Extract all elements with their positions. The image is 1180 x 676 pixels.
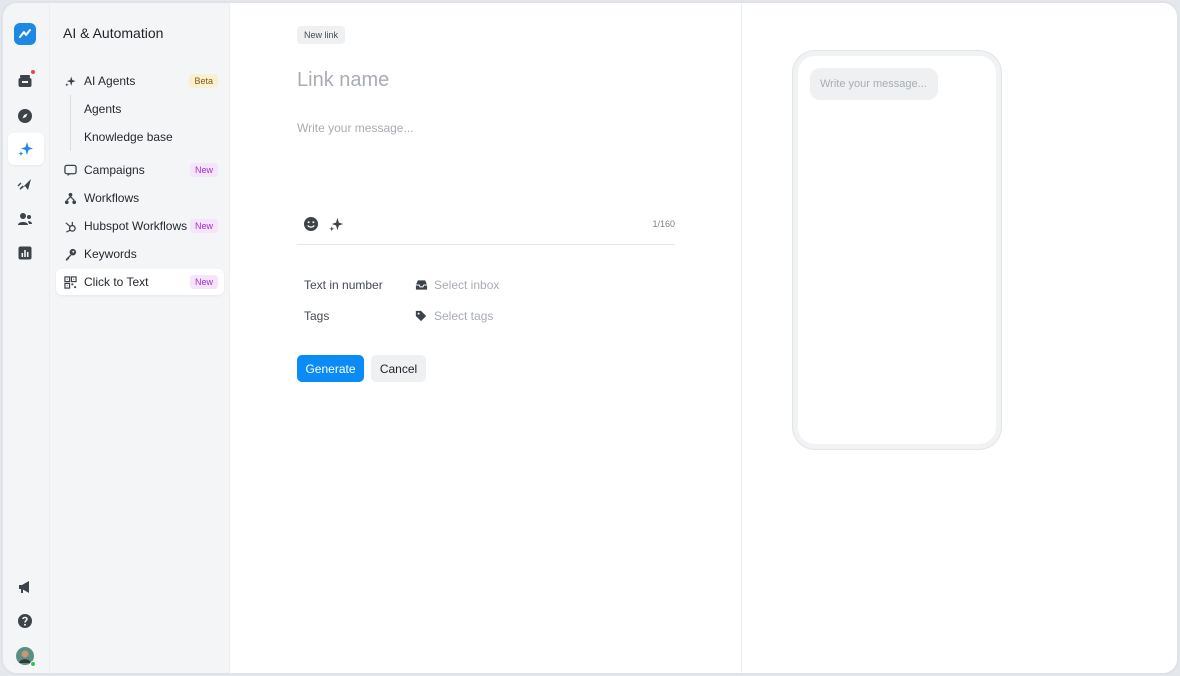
key-icon xyxy=(63,247,77,261)
contacts-icon[interactable] xyxy=(13,207,37,231)
sidebar-item-hubspot-workflows[interactable]: Hubspot Workflows New xyxy=(56,213,224,239)
app-window: AI & Automation AI Agents Beta Agents Kn… xyxy=(1,1,1179,675)
emoji-icon[interactable] xyxy=(302,215,320,233)
select-inbox-placeholder: Select inbox xyxy=(434,278,500,292)
text-in-number-label: Text in number xyxy=(304,278,383,292)
qr-icon xyxy=(63,275,77,289)
sidebar-item-label: Click to Text xyxy=(84,275,149,289)
generate-button[interactable]: Generate xyxy=(297,355,364,382)
chat-icon xyxy=(63,163,77,177)
message-preview-panel: Write your message... xyxy=(741,3,1177,673)
workflow-icon xyxy=(63,191,77,205)
tags-label: Tags xyxy=(304,309,330,323)
message-toolbar: 1/160 xyxy=(297,213,675,245)
icon-rail xyxy=(3,3,50,673)
beta-badge: Beta xyxy=(189,74,218,88)
character-counter: 1/160 xyxy=(652,219,675,229)
inbox-icon[interactable] xyxy=(13,69,37,93)
sidebar-item-label: Campaigns xyxy=(84,163,145,177)
notification-dot xyxy=(30,69,36,75)
section-sidebar: AI & Automation AI Agents Beta Agents Kn… xyxy=(50,3,230,673)
new-badge: New xyxy=(189,219,218,233)
inbox-icon xyxy=(414,278,428,292)
sidebar-item-click-to-text[interactable]: Click to Text New xyxy=(56,269,224,295)
sidebar-title: AI & Automation xyxy=(63,25,164,41)
tag-icon xyxy=(414,309,428,323)
compass-icon[interactable] xyxy=(13,104,37,128)
sidebar-item-label: AI Agents xyxy=(84,74,136,88)
reports-icon[interactable] xyxy=(13,241,37,265)
sub-nav-divider xyxy=(70,95,71,151)
sidebar-item-label: Workflows xyxy=(84,191,140,205)
online-status-dot xyxy=(30,661,36,667)
select-inbox-dropdown[interactable]: Select inbox xyxy=(414,278,499,292)
link-name-input[interactable]: Link name xyxy=(297,69,389,92)
sparkle-icon xyxy=(63,74,77,88)
sidebar-subitem-knowledge-base[interactable]: Knowledge base xyxy=(84,130,173,144)
cancel-button[interactable]: Cancel xyxy=(371,355,426,382)
new-link-chip: New link xyxy=(297,26,346,44)
sidebar-item-ai-agents[interactable]: AI Agents Beta xyxy=(56,68,224,94)
help-icon[interactable] xyxy=(13,609,37,633)
preview-message-bubble: Write your message... xyxy=(810,68,938,100)
logo-icon[interactable] xyxy=(14,23,36,45)
message-textarea[interactable]: Write your message... xyxy=(297,121,413,135)
avatar[interactable] xyxy=(13,644,37,668)
select-tags-placeholder: Select tags xyxy=(434,309,494,323)
sparkle-icon[interactable] xyxy=(8,133,44,165)
sidebar-item-label: Hubspot Workflows xyxy=(84,219,188,233)
select-tags-dropdown[interactable]: Select tags xyxy=(414,309,493,323)
sidebar-subitem-agents[interactable]: Agents xyxy=(84,102,121,116)
sidebar-item-campaigns[interactable]: Campaigns New xyxy=(56,157,224,183)
sidebar-item-label: Keywords xyxy=(84,247,137,261)
new-badge: New xyxy=(189,275,218,289)
megaphone-icon[interactable] xyxy=(13,575,37,599)
phone-preview: Write your message... xyxy=(793,51,1001,449)
ai-sparkle-icon[interactable] xyxy=(327,215,345,233)
sidebar-item-workflows[interactable]: Workflows xyxy=(56,185,224,211)
sidebar-item-keywords[interactable]: Keywords xyxy=(56,241,224,267)
new-badge: New xyxy=(189,163,218,177)
link-editor: New link Link name Write your message...… xyxy=(231,3,741,673)
hubspot-icon xyxy=(63,219,77,233)
send-icon[interactable] xyxy=(13,173,37,197)
